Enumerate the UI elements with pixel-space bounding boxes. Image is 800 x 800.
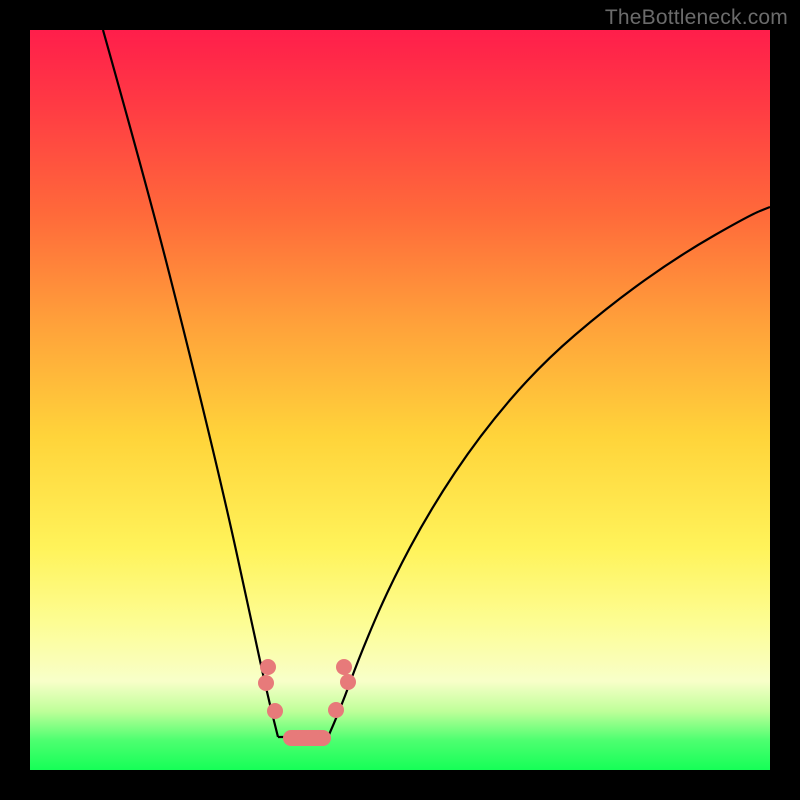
curve-right-branch <box>328 207 770 737</box>
marker-dot-3 <box>336 659 352 675</box>
marker-dot-1 <box>258 675 274 691</box>
marker-pill-6 <box>283 730 331 746</box>
marker-dot-4 <box>340 674 356 690</box>
marker-dot-0 <box>260 659 276 675</box>
chart-svg <box>30 30 770 770</box>
curve-left-branch <box>103 30 278 737</box>
watermark-text: TheBottleneck.com <box>605 6 788 30</box>
marker-dot-5 <box>328 702 344 718</box>
marker-dot-2 <box>267 703 283 719</box>
